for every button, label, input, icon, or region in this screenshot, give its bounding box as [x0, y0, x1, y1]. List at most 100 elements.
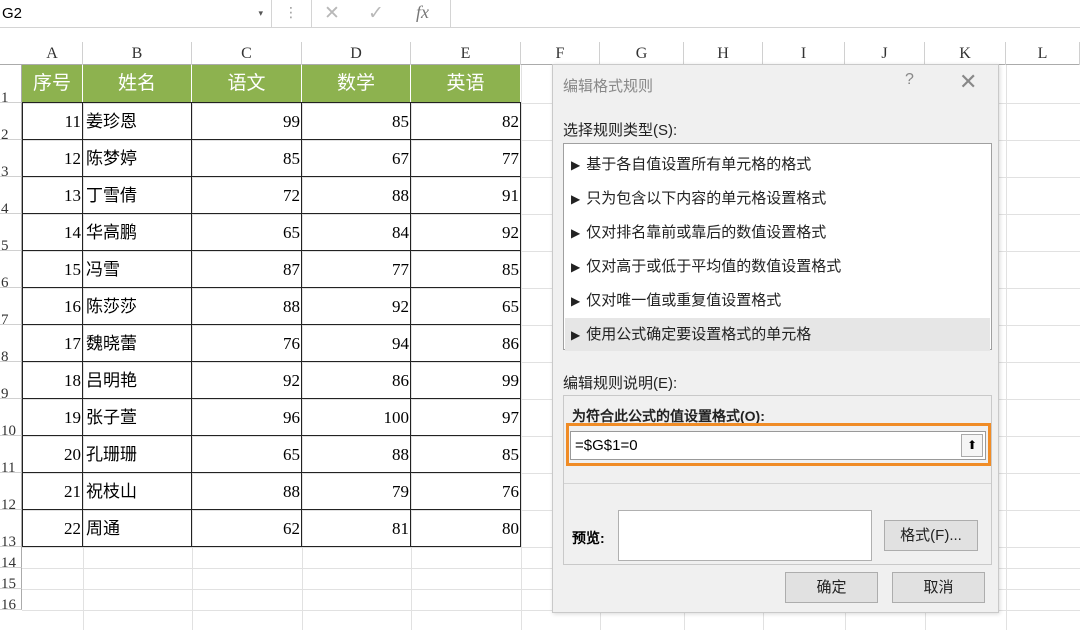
table-cell[interactable]: 22 — [22, 510, 83, 547]
table-cell[interactable]: 18 — [22, 362, 83, 399]
rule-type-item[interactable]: ▶ 仅对唯一值或重复值设置格式 — [565, 284, 990, 317]
row-header-14[interactable]: 14 — [0, 547, 22, 571]
table-cell[interactable]: 91 — [411, 177, 521, 214]
table-header-cell[interactable]: 英语 — [411, 65, 521, 103]
close-icon[interactable]: ✕ — [959, 69, 977, 95]
table-cell[interactable]: 丁雪倩 — [83, 177, 192, 214]
row-header-1[interactable]: 1 — [0, 65, 22, 106]
row-header-7[interactable]: 7 — [0, 288, 22, 328]
table-header-cell[interactable]: 数学 — [302, 65, 411, 103]
column-header-H[interactable]: H — [684, 42, 763, 65]
table-cell[interactable]: 祝枝山 — [83, 473, 192, 510]
column-header-L[interactable]: L — [1006, 42, 1080, 65]
row-header-5[interactable]: 5 — [0, 214, 22, 254]
column-header-C[interactable]: C — [192, 42, 302, 65]
table-cell[interactable]: 张子萱 — [83, 399, 192, 436]
table-cell[interactable]: 85 — [302, 103, 411, 140]
table-cell[interactable]: 华高鹏 — [83, 214, 192, 251]
ok-button[interactable]: 确定 — [785, 572, 878, 603]
table-cell[interactable]: 13 — [22, 177, 83, 214]
table-cell[interactable]: 陈梦婷 — [83, 140, 192, 177]
row-header-13[interactable]: 13 — [0, 510, 22, 550]
table-cell[interactable]: 96 — [192, 399, 302, 436]
table-cell[interactable]: 17 — [22, 325, 83, 362]
table-cell[interactable]: 陈莎莎 — [83, 288, 192, 325]
table-cell[interactable]: 孔珊珊 — [83, 436, 192, 473]
table-cell[interactable]: 65 — [192, 436, 302, 473]
table-cell[interactable]: 76 — [192, 325, 302, 362]
column-header-D[interactable]: D — [302, 42, 411, 65]
column-header-F[interactable]: F — [521, 42, 600, 65]
row-header-15[interactable]: 15 — [0, 568, 22, 592]
table-cell[interactable]: 97 — [411, 399, 521, 436]
table-cell[interactable]: 65 — [192, 214, 302, 251]
table-cell[interactable]: 冯雪 — [83, 251, 192, 288]
table-cell[interactable]: 19 — [22, 399, 83, 436]
column-header-A[interactable]: A — [22, 42, 83, 65]
table-cell[interactable]: 15 — [22, 251, 83, 288]
table-cell[interactable]: 77 — [302, 251, 411, 288]
column-header-K[interactable]: K — [925, 42, 1006, 65]
row-header-12[interactable]: 12 — [0, 473, 22, 513]
name-box[interactable]: G2 ▾ — [0, 0, 272, 27]
table-cell[interactable]: 85 — [192, 140, 302, 177]
table-cell[interactable]: 67 — [302, 140, 411, 177]
column-header-E[interactable]: E — [411, 42, 521, 65]
table-cell[interactable]: 20 — [22, 436, 83, 473]
table-cell[interactable]: 99 — [192, 103, 302, 140]
cancel-icon[interactable]: ✕ — [324, 2, 340, 25]
row-header-16[interactable]: 16 — [0, 589, 22, 613]
table-cell[interactable]: 79 — [302, 473, 411, 510]
row-header-11[interactable]: 11 — [0, 436, 22, 476]
table-cell[interactable]: 94 — [302, 325, 411, 362]
table-cell[interactable]: 77 — [411, 140, 521, 177]
table-cell[interactable]: 88 — [192, 288, 302, 325]
insert-function-icon[interactable]: fx — [416, 2, 429, 23]
table-cell[interactable]: 84 — [302, 214, 411, 251]
table-cell[interactable]: 88 — [192, 473, 302, 510]
rule-type-item[interactable]: ▶ 只为包含以下内容的单元格设置格式 — [565, 182, 990, 215]
table-cell[interactable]: 100 — [302, 399, 411, 436]
column-header-B[interactable]: B — [83, 42, 192, 65]
row-header-10[interactable]: 10 — [0, 399, 22, 439]
row-header-3[interactable]: 3 — [0, 140, 22, 180]
table-cell[interactable]: 魏晓蕾 — [83, 325, 192, 362]
drag-handle-icon[interactable]: ⋮ — [284, 4, 298, 21]
table-cell[interactable]: 81 — [302, 510, 411, 547]
table-cell[interactable]: 11 — [22, 103, 83, 140]
table-cell[interactable]: 吕明艳 — [83, 362, 192, 399]
table-cell[interactable]: 86 — [411, 325, 521, 362]
table-header-cell[interactable]: 语文 — [192, 65, 302, 103]
row-header-4[interactable]: 4 — [0, 177, 22, 217]
row-header-9[interactable]: 9 — [0, 362, 22, 402]
table-header-cell[interactable]: 序号 — [22, 65, 83, 103]
table-cell[interactable]: 21 — [22, 473, 83, 510]
table-cell[interactable]: 16 — [22, 288, 83, 325]
rule-type-item[interactable]: ▶ 仅对排名靠前或靠后的数值设置格式 — [565, 216, 990, 249]
confirm-icon[interactable]: ✓ — [368, 2, 384, 25]
formula-input[interactable] — [452, 0, 1080, 27]
table-cell[interactable]: 85 — [411, 251, 521, 288]
rule-type-item[interactable]: ▶ 仅对高于或低于平均值的数值设置格式 — [565, 250, 990, 283]
table-cell[interactable]: 周通 — [83, 510, 192, 547]
table-cell[interactable]: 87 — [192, 251, 302, 288]
table-cell[interactable]: 80 — [411, 510, 521, 547]
row-header-6[interactable]: 6 — [0, 251, 22, 291]
table-cell[interactable]: 82 — [411, 103, 521, 140]
table-cell[interactable]: 86 — [302, 362, 411, 399]
table-cell[interactable]: 72 — [192, 177, 302, 214]
rule-type-item[interactable]: ▶ 使用公式确定要设置格式的单元格 — [565, 318, 990, 351]
table-cell[interactable]: 99 — [411, 362, 521, 399]
cancel-button[interactable]: 取消 — [892, 572, 985, 603]
help-icon[interactable]: ? — [905, 71, 914, 89]
row-header-8[interactable]: 8 — [0, 325, 22, 365]
chevron-down-icon[interactable]: ▾ — [258, 0, 263, 27]
table-header-cell[interactable]: 姓名 — [83, 65, 192, 103]
table-cell[interactable]: 65 — [411, 288, 521, 325]
table-cell[interactable]: 88 — [302, 177, 411, 214]
table-cell[interactable]: 85 — [411, 436, 521, 473]
table-cell[interactable]: 14 — [22, 214, 83, 251]
table-cell[interactable]: 92 — [411, 214, 521, 251]
rule-type-item[interactable]: ▶ 基于各自值设置所有单元格的格式 — [565, 148, 990, 181]
table-cell[interactable]: 92 — [192, 362, 302, 399]
